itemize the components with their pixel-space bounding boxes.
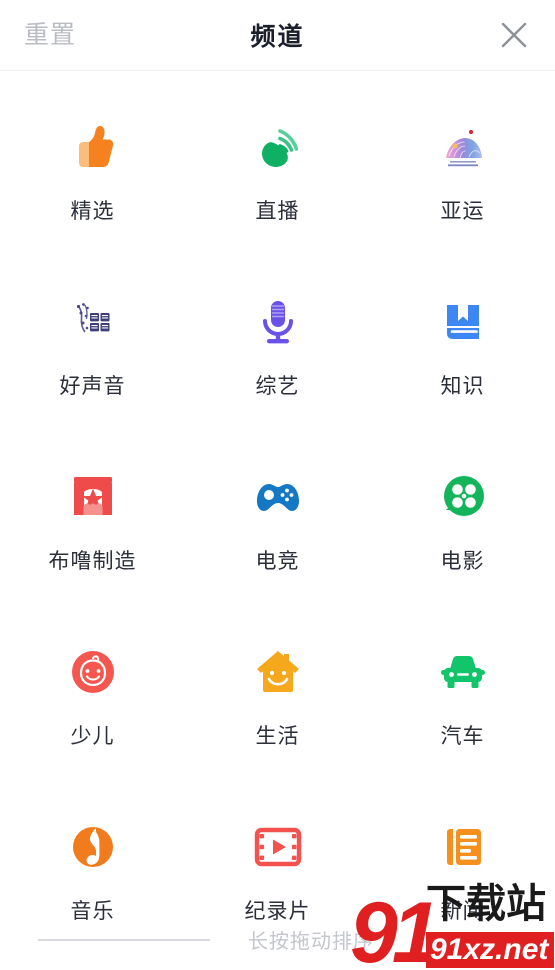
channel-label: 好声音 (59, 375, 126, 398)
music-note-icon (65, 819, 121, 875)
channel-label: 汽车 (440, 725, 485, 748)
channel-label: 亚运 (440, 200, 485, 223)
voice-of-china-logo (65, 294, 121, 350)
channel-label: 音乐 (70, 900, 115, 923)
page-title: 频道 (250, 23, 305, 51)
reset-button[interactable]: 重置 (22, 19, 78, 52)
app-header: 重置 频道 (0, 0, 555, 70)
film-reel-icon (435, 469, 491, 525)
footer-hint-bar: 长按拖动排序 (0, 925, 555, 954)
live-broadcast-icon (250, 119, 306, 175)
channel-item-esports[interactable]: 电竞 (185, 469, 370, 644)
channel-label: 直播 (255, 200, 300, 223)
channel-item-featured[interactable]: 精选 (0, 119, 185, 294)
thumbs-up-icon (65, 119, 121, 175)
smiling-house-icon (250, 644, 306, 700)
film-strip-play-icon (250, 819, 306, 875)
close-icon (499, 20, 529, 50)
asian-games-logo (435, 119, 491, 175)
channel-label: 新闻 (440, 900, 485, 923)
book-icon (435, 294, 491, 350)
microphone-icon (250, 294, 306, 350)
channel-label: 布噜制造 (48, 550, 137, 573)
channel-label: 生活 (255, 725, 300, 748)
channel-label: 综艺 (255, 375, 300, 398)
channel-label: 电影 (440, 550, 485, 573)
footer-divider-line (38, 938, 210, 941)
channel-item-buluzhizao[interactable]: 布噜制造 (0, 469, 185, 644)
car-icon (435, 644, 491, 700)
channel-label: 精选 (70, 200, 115, 223)
drag-sort-hint: 长按拖动排序 (248, 931, 374, 953)
channel-item-asian-games[interactable]: 亚运 (370, 119, 555, 294)
baby-face-icon (65, 644, 121, 700)
channel-item-life[interactable]: 生活 (185, 644, 370, 819)
channel-item-knowledge[interactable]: 知识 (370, 294, 555, 469)
channel-label: 电竞 (255, 550, 300, 573)
close-button[interactable] (493, 14, 535, 56)
channel-label: 知识 (440, 375, 485, 398)
gamepad-icon (250, 469, 306, 525)
channel-item-kids[interactable]: 少儿 (0, 644, 185, 819)
channel-grid: 精选 直播 亚运 好声音 综艺 知识 布噜制造 电竞 电影 少儿 生活 汽车 音… (0, 71, 555, 970)
channel-item-variety[interactable]: 综艺 (185, 294, 370, 469)
channel-item-movies[interactable]: 电影 (370, 469, 555, 644)
channel-item-live[interactable]: 直播 (185, 119, 370, 294)
newspaper-icon (435, 819, 491, 875)
theater-stage-icon (65, 469, 121, 525)
channel-label: 少儿 (70, 725, 115, 748)
channel-item-auto[interactable]: 汽车 (370, 644, 555, 819)
channel-item-voice-of-china[interactable]: 好声音 (0, 294, 185, 469)
channel-label: 纪录片 (244, 900, 311, 923)
